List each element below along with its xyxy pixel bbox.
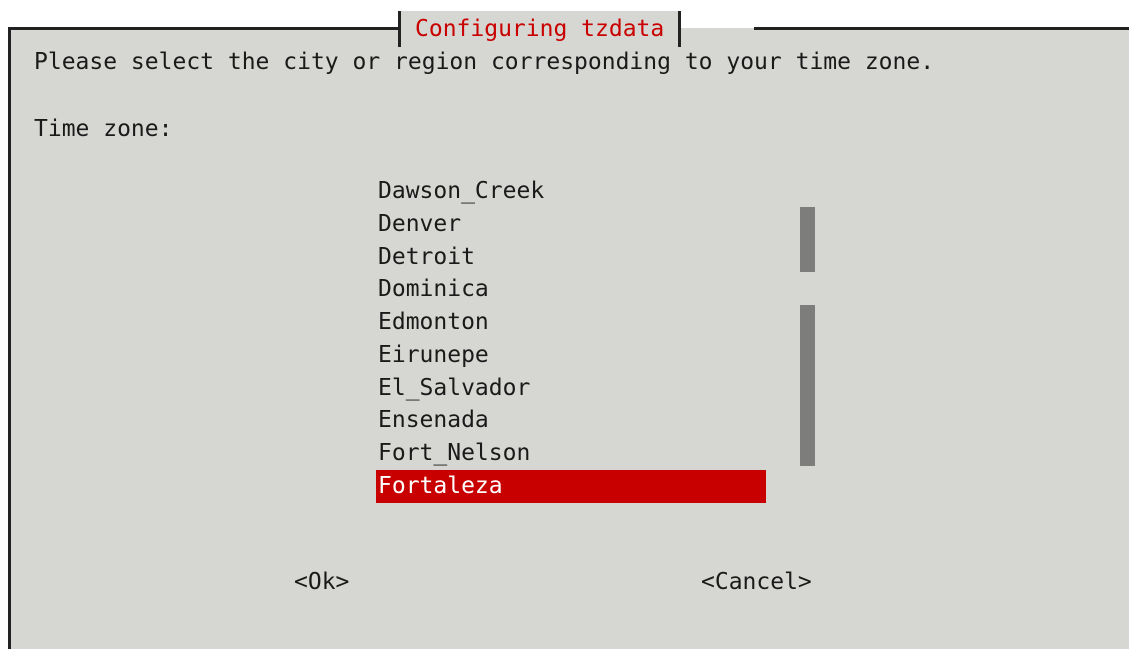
list-item[interactable]: Eirunepe [376, 339, 766, 372]
dialog-frame-top-right [754, 27, 1129, 30]
list-item[interactable]: El_Salvador [376, 372, 766, 405]
dialog-frame-left [8, 27, 11, 649]
title-bar-right [678, 11, 682, 47]
list-item-selected[interactable]: Fortaleza [376, 469, 766, 503]
list-item[interactable]: Denver [376, 208, 766, 241]
list-item[interactable]: Ensenada [376, 404, 766, 437]
ok-button[interactable]: <Ok> [294, 566, 349, 599]
scrollbar-track-segment[interactable] [800, 305, 815, 466]
dialog-frame-top-left [8, 27, 398, 30]
dialog-title-box: Configuring tzdata [398, 11, 682, 47]
time-zone-label: Time zone: [34, 116, 173, 142]
dialog-title: Configuring tzdata [401, 11, 679, 47]
list-item[interactable]: Fort_Nelson [376, 437, 766, 470]
list-item[interactable]: Edmonton [376, 306, 766, 339]
time-zone-list[interactable]: Dawson_Creek Denver Detroit Dominica Edm… [376, 175, 766, 503]
scrollbar-thumb[interactable] [800, 207, 815, 272]
list-item[interactable]: Dawson_Creek [376, 175, 766, 208]
cancel-button[interactable]: <Cancel> [701, 566, 812, 599]
list-item[interactable]: Dominica [376, 273, 766, 306]
list-item[interactable]: Detroit [376, 241, 766, 274]
dialog-prompt: Please select the city or region corresp… [34, 49, 935, 75]
